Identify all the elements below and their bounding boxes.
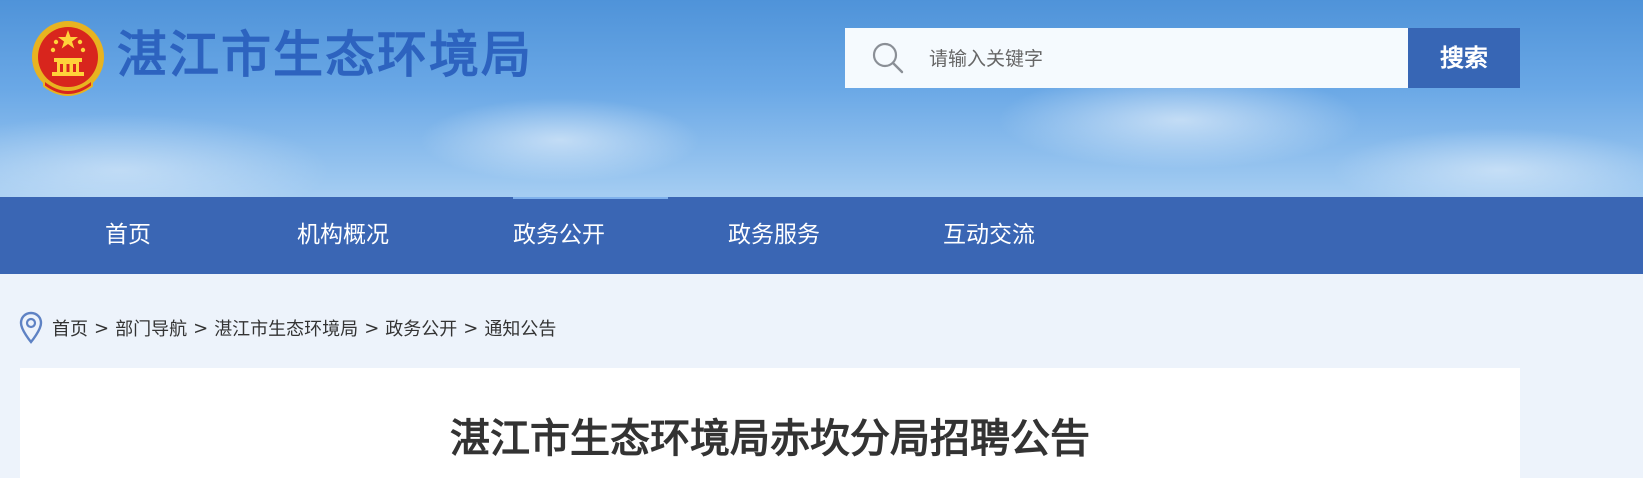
nav-item-interaction[interactable]: 互动交流 (943, 197, 1035, 274)
breadcrumb-separator: > (463, 317, 479, 339)
national-emblem-icon (32, 21, 104, 96)
breadcrumb-separator: > (94, 317, 110, 339)
main-nav: 首页 机构概况 政务公开 政务服务 互动交流 (0, 197, 1643, 274)
breadcrumb-home[interactable]: 首页 (52, 315, 88, 341)
search-input[interactable] (927, 28, 1401, 90)
search-button[interactable]: 搜索 (1408, 28, 1520, 88)
search-box (845, 28, 1408, 90)
breadcrumb-separator: > (364, 317, 380, 339)
location-pin-icon (19, 311, 43, 344)
nav-item-about[interactable]: 机构概况 (297, 197, 389, 274)
breadcrumb: 首页 > 部门导航 > 湛江市生态环境局 > 政务公开 > 通知公告 (18, 308, 556, 348)
site-title[interactable]: 湛江市生态环境局 (117, 24, 533, 86)
nav-item-home[interactable]: 首页 (105, 197, 151, 274)
nav-item-government-affairs[interactable]: 政务公开 (513, 197, 605, 274)
breadcrumb-bureau[interactable]: 湛江市生态环境局 (214, 315, 358, 341)
nav-item-services[interactable]: 政务服务 (728, 197, 820, 274)
article-card: 湛江市生态环境局赤坎分局招聘公告 (20, 368, 1520, 478)
search-icon[interactable] (871, 41, 905, 75)
breadcrumb-government-affairs[interactable]: 政务公开 (385, 315, 457, 341)
breadcrumb-department-nav[interactable]: 部门导航 (115, 315, 187, 341)
article-title: 湛江市生态环境局赤坎分局招聘公告 (450, 416, 1090, 462)
breadcrumb-notices[interactable]: 通知公告 (484, 315, 556, 341)
breadcrumb-separator: > (193, 317, 209, 339)
header-banner: 湛江市生态环境局 搜索 (0, 0, 1643, 197)
